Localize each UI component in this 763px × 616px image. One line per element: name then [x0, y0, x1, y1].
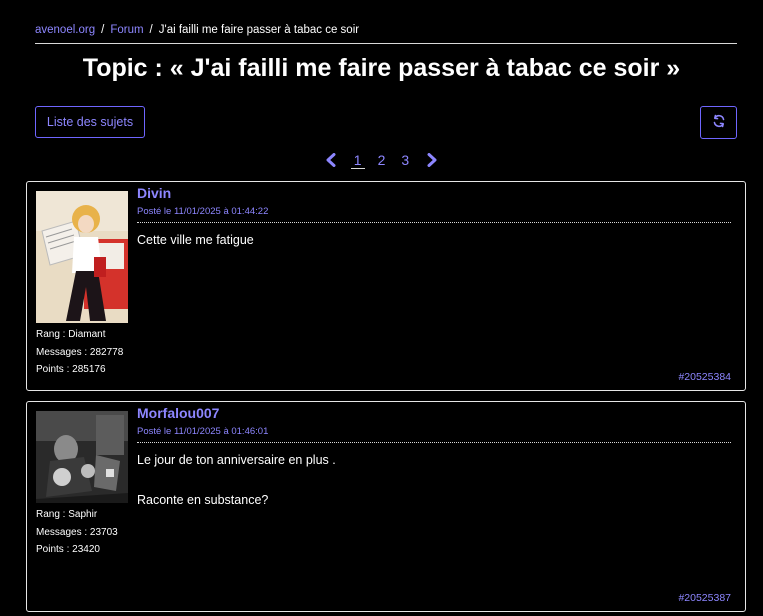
- refresh-icon: [712, 114, 726, 131]
- messages-label: Messages: [36, 526, 82, 538]
- points-label: Points: [36, 364, 64, 375]
- post-date: Posté le 11/01/2025 à 01:46:01: [137, 426, 269, 437]
- points-count: 285176: [72, 364, 106, 375]
- post-body: Le jour de ton anniversaire en plus . Ra…: [137, 450, 336, 510]
- user-stats: Rang : Diamant Messages : 282778 Points …: [36, 329, 124, 375]
- breadcrumb-current: J'ai failli me faire passer à tabac ce s…: [158, 24, 360, 36]
- author-name[interactable]: Morfalou007: [137, 405, 219, 421]
- post-paragraph: Raconte en substance?: [137, 493, 269, 507]
- post-paragraph: Cette ville me fatigue: [137, 233, 254, 247]
- avatar[interactable]: [36, 191, 128, 323]
- points-label: Points: [36, 544, 64, 555]
- breadcrumb-site-link[interactable]: avenoel.org: [35, 24, 95, 36]
- post-permalink[interactable]: #20525387: [678, 592, 731, 604]
- breadcrumb-divider: [35, 43, 737, 44]
- chevron-left-icon[interactable]: [322, 151, 340, 169]
- page-link-3[interactable]: 3: [398, 152, 412, 168]
- post-date: Posté le 11/01/2025 à 01:44:22: [137, 206, 269, 217]
- messages-count: 23703: [89, 526, 118, 538]
- breadcrumb-separator: /: [101, 24, 105, 36]
- page-title: Topic : « J'ai failli me faire passer à …: [82, 54, 681, 82]
- rank-label: Rang: [36, 329, 60, 340]
- post-header-divider: [137, 442, 731, 443]
- messages-label: Messages: [36, 346, 82, 358]
- post-header-divider: [137, 222, 731, 223]
- rank-label: Rang: [36, 509, 60, 520]
- post-body: Cette ville me fatigue: [137, 230, 254, 250]
- post: Rang : Diamant Messages : 282778 Points …: [26, 181, 746, 391]
- breadcrumb-separator: /: [149, 24, 153, 36]
- post-permalink[interactable]: #20525384: [678, 371, 731, 383]
- breadcrumb: avenoel.org / Forum / J'ai failli me faire p…: [35, 24, 359, 36]
- rank-value: Diamant: [68, 329, 106, 340]
- author-name[interactable]: Divin: [137, 185, 171, 201]
- breadcrumb-forum-link[interactable]: Forum: [110, 24, 143, 36]
- topic-list-button[interactable]: Liste des sujets: [35, 106, 145, 138]
- avatar[interactable]: [36, 411, 128, 503]
- post: Rang : Saphir Messages : 23703 Points : …: [26, 401, 746, 612]
- user-stats: Rang : Saphir Messages : 23703 Points : …: [36, 509, 118, 555]
- page-link-2[interactable]: 2: [375, 152, 389, 168]
- messages-count: 282778: [89, 346, 124, 358]
- refresh-button[interactable]: [700, 106, 737, 139]
- pagination: 1 2 3: [0, 149, 763, 171]
- chevron-right-icon[interactable]: [423, 151, 441, 169]
- post-paragraph: Le jour de ton anniversaire en plus .: [137, 453, 336, 467]
- page-link-1[interactable]: 1: [350, 152, 365, 169]
- points-count: 23420: [72, 544, 100, 555]
- rank-value: Saphir: [68, 509, 98, 520]
